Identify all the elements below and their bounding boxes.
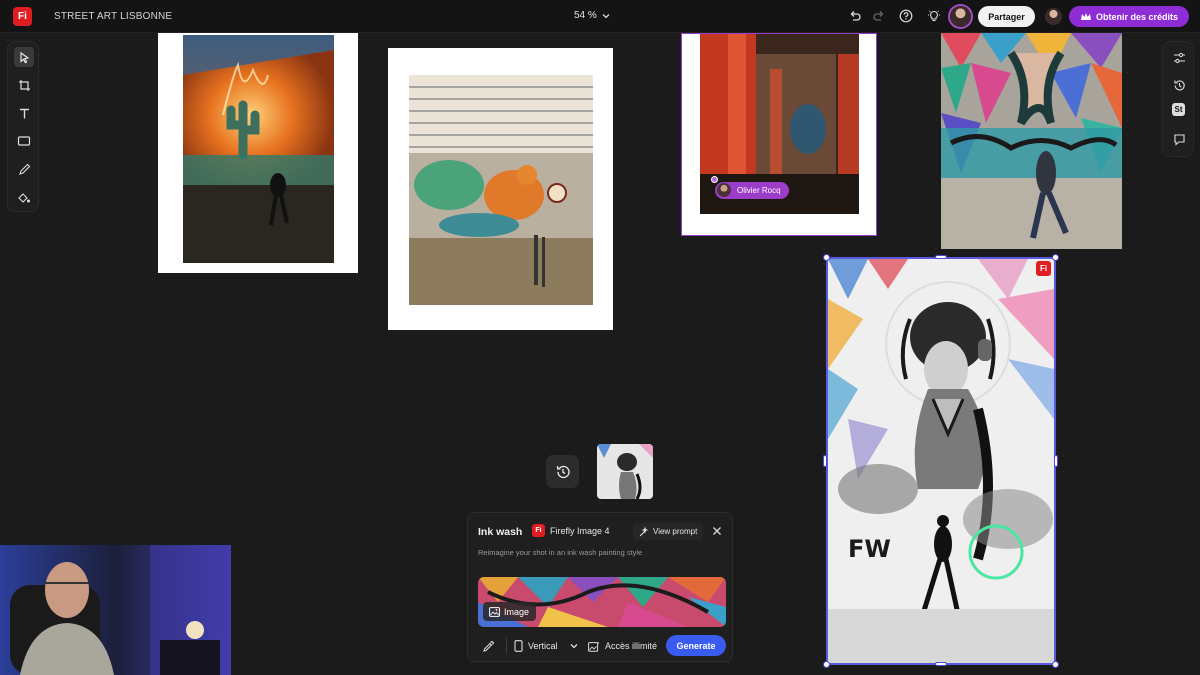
share-button[interactable]: Partager [978,6,1035,27]
image-icon [489,606,500,617]
collaborator-cursor-dot [711,176,718,183]
lightbulb-icon[interactable] [926,8,942,24]
prompt-icon [639,526,649,536]
panel-title: Ink wash [478,526,523,538]
selected-ink-wash-image[interactable]: FW [826,257,1056,665]
rectangle-tool-icon[interactable] [14,131,34,151]
help-icon[interactable] [898,8,914,24]
stock-icon[interactable]: St [1172,103,1185,116]
resize-handle-top[interactable] [935,255,947,259]
document-title[interactable]: STREET ART LISBONNE [54,11,172,22]
artboard-red-columns[interactable] [681,33,877,236]
phone-portrait-icon [514,640,523,652]
adjust-sliders-icon[interactable] [1170,49,1188,67]
orientation-label: Vertical [528,641,558,651]
collaborator-avatar[interactable] [1045,8,1062,25]
image-sparkle-icon [588,641,600,652]
firefly-logo-icon: Fi [532,524,545,537]
resize-handle-bottom[interactable] [935,662,947,666]
chevron-down-icon [602,13,610,18]
user-avatar[interactable] [950,6,971,27]
presenter-webcam-feed [0,545,231,675]
resize-handle-bottom-left[interactable] [823,661,830,668]
ink-wash-artwork: FW [828,259,1054,663]
chevron-down-icon [570,644,577,649]
resize-handle-top-left[interactable] [823,254,830,261]
model-name: Firefly Image 4 [550,525,610,536]
resize-handle-top-right[interactable] [1052,254,1059,261]
image-reference-chip[interactable]: Image [483,602,537,621]
history-icon [556,465,570,478]
select-tool-icon[interactable] [14,47,34,67]
eyedropper-icon [483,640,495,652]
model-selector[interactable]: Fi Firefly Image 4 [532,524,610,537]
collaborator-name: Olivier Rocq [737,186,781,195]
view-prompt-button[interactable]: View prompt [633,523,704,540]
panel-controls: Vertical Accès illimité Generate [468,634,734,658]
get-credits-button[interactable]: Obtenir des crédits [1069,6,1189,27]
image-chip-label: Image [504,606,530,617]
svg-text:FW: FW [848,535,891,563]
comment-icon[interactable] [1170,130,1188,148]
generation-panel: Ink wash Fi Firefly Image 4 View prompt … [467,512,733,662]
left-toolbar [7,41,39,212]
top-bar: Fi STREET ART LISBONNE 54 % Partager Obt… [0,0,1200,33]
resize-handle-bottom-right[interactable] [1052,661,1059,668]
history-icon[interactable] [1170,76,1188,94]
photo-cactus-mural[interactable] [183,35,334,263]
eyedropper-button[interactable] [482,637,495,655]
photo-squirrel-mural[interactable] [409,75,593,305]
app-logo[interactable]: Fi [13,7,32,26]
artboard-squirrel-mural[interactable] [388,48,613,330]
close-panel-button[interactable] [710,524,724,538]
zoom-dropdown[interactable]: 54 % [574,10,611,21]
undo-icon[interactable] [847,8,863,24]
view-prompt-label: View prompt [653,527,698,536]
orientation-dropdown[interactable]: Vertical [514,637,579,655]
crop-frame-icon[interactable] [14,75,34,95]
close-icon [713,527,721,535]
zoom-level: 54 % [574,10,597,21]
resize-handle-right[interactable] [1054,455,1058,467]
artboard-cactus-mural[interactable] [158,33,358,273]
panel-subtitle: Reimagine your shot in an ink wash paint… [478,548,643,557]
fill-tool-icon[interactable] [14,187,34,207]
text-tool-icon[interactable] [14,103,34,123]
resize-handle-left[interactable] [823,455,827,467]
crown-icon [1080,12,1091,20]
access-label: Accès illimité [605,641,658,651]
firefly-badge: Fi [1036,261,1051,276]
generated-thumbnail[interactable] [597,444,653,499]
collaborator-tag-avatar [717,183,731,197]
credits-label: Obtenir des crédits [1095,11,1179,22]
divider [506,638,507,654]
pen-tool-icon[interactable] [14,159,34,179]
redo-icon[interactable] [871,8,887,24]
generation-history-button[interactable] [546,455,579,488]
right-toolbar: St [1162,41,1194,157]
generate-button[interactable]: Generate [666,635,726,656]
photo-colorful-mural[interactable] [941,33,1122,249]
unlimited-access-toggle[interactable]: Accès illimité [588,637,657,655]
